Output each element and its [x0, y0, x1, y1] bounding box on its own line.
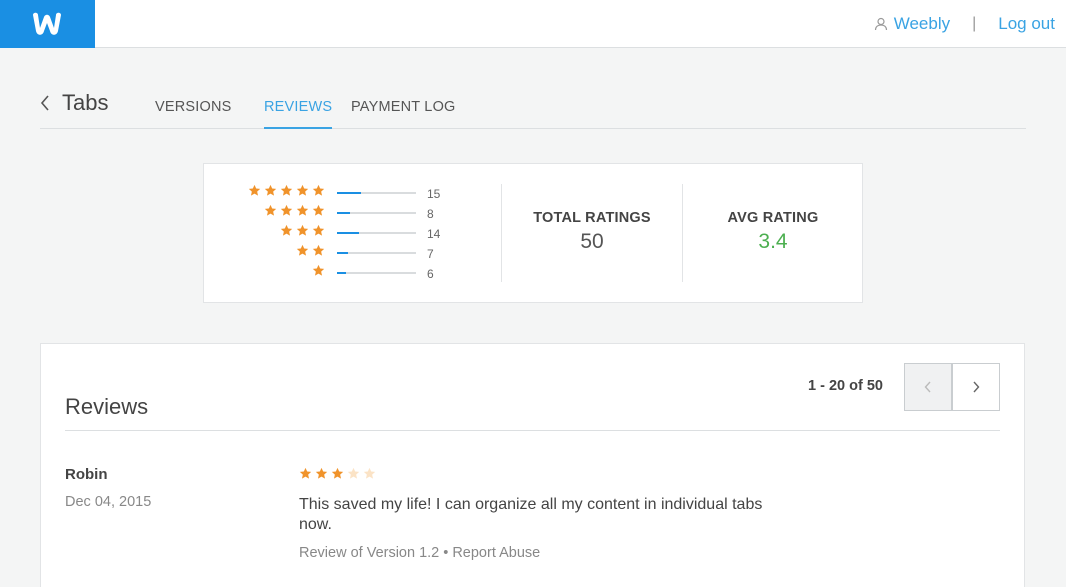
rating-row-bar	[337, 252, 416, 254]
rating-row-bar	[337, 272, 416, 274]
star-icon	[347, 467, 360, 479]
report-abuse-link[interactable]: Report Abuse	[452, 545, 540, 561]
reviews-card: Reviews 1 - 20 of 50 Robin Dec 04, 2015 …	[40, 343, 1025, 587]
ratings-summary-card: 15 8 14 7 6 TOTAL RATINGS 50 AVG RATING 3.4	[203, 163, 863, 303]
user-icon	[874, 17, 887, 31]
tab-payment-log[interactable]: PAYMENT LOG	[351, 99, 456, 127]
review-text: This saved my life! I can organize all m…	[299, 496, 763, 533]
meta-separator: •	[443, 545, 449, 561]
tab-versions[interactable]: VERSIONS	[155, 99, 232, 127]
star-icon	[296, 224, 309, 236]
rating-row-bar	[337, 212, 416, 214]
avg-rating-value: 3.4	[758, 230, 788, 253]
star-icon	[312, 244, 325, 256]
rating-row-stars	[280, 224, 325, 237]
star-icon	[248, 184, 261, 196]
review-rating	[299, 467, 376, 480]
review-version: Review of Version 1.2	[299, 545, 440, 561]
rating-row-1-stars: 6	[204, 264, 501, 284]
rating-row-bar-fill	[337, 192, 361, 194]
star-icon	[299, 467, 312, 479]
total-ratings-label: TOTAL RATINGS	[533, 210, 651, 226]
rating-row-stars	[312, 264, 325, 277]
chevron-left-icon	[40, 95, 49, 111]
rating-row-bar-fill	[337, 252, 349, 254]
page-tabs: Tabs VERSIONS REVIEWS PAYMENT LOG	[40, 82, 1026, 129]
star-icon	[312, 264, 325, 276]
star-icon	[312, 204, 325, 216]
rating-row-count: 8	[427, 207, 434, 221]
star-icon	[280, 204, 293, 216]
chevron-right-icon	[973, 381, 980, 393]
review-meta: Review of Version 1.2 • Report Abuse	[299, 545, 540, 561]
nav-separator: |	[972, 15, 977, 32]
star-icon	[315, 467, 328, 479]
total-ratings-value: 50	[580, 230, 604, 253]
star-icon	[331, 467, 344, 479]
star-icon	[280, 224, 293, 236]
user-menu-link[interactable]: Weebly	[874, 14, 950, 34]
rating-row-count: 15	[427, 187, 441, 201]
star-icon	[312, 224, 325, 236]
star-icon	[296, 184, 309, 196]
rating-row-count: 14	[427, 227, 441, 241]
rating-row-5-stars: 15	[204, 184, 501, 204]
star-icon	[264, 184, 277, 196]
pagination-range: 1 - 20 of 50	[808, 378, 883, 394]
rating-row-4-stars: 8	[204, 204, 501, 224]
logout-link[interactable]: Log out	[998, 14, 1055, 34]
rating-row-bar	[337, 232, 416, 234]
divider	[65, 430, 1000, 431]
star-icon	[264, 204, 277, 216]
avg-rating-label: AVG RATING	[727, 210, 819, 226]
star-icon	[312, 184, 325, 196]
rating-row-bar-fill	[337, 212, 350, 214]
review-author: Robin	[65, 466, 108, 483]
rating-row-stars	[296, 244, 325, 257]
rating-row-count: 6	[427, 267, 434, 281]
weebly-w-icon	[32, 12, 61, 35]
chevron-left-icon	[924, 381, 931, 393]
rating-row-bar-fill	[337, 232, 360, 234]
rating-row-2-stars: 7	[204, 244, 501, 264]
avg-rating-stat: AVG RATING 3.4	[683, 210, 863, 254]
next-page-button[interactable]	[952, 363, 1000, 411]
prev-page-button[interactable]	[904, 363, 952, 411]
user-name: Weebly	[893, 14, 951, 33]
back-button[interactable]: Tabs	[40, 90, 108, 116]
reviews-title: Reviews	[65, 394, 149, 419]
star-icon	[296, 244, 309, 256]
total-ratings-stat: TOTAL RATINGS 50	[502, 210, 682, 254]
top-nav: Weebly | Log out	[874, 0, 1055, 48]
star-icon	[296, 204, 309, 216]
rating-row-bar-fill	[337, 272, 347, 274]
rating-row-3-stars: 14	[204, 224, 501, 244]
star-icon	[280, 184, 293, 196]
rating-row-bar	[337, 192, 416, 194]
top-bar: Weebly | Log out	[0, 0, 1066, 48]
weebly-logo[interactable]	[0, 0, 95, 48]
tab-reviews[interactable]: REVIEWS	[264, 99, 333, 129]
rating-row-count: 7	[427, 247, 434, 261]
rating-row-stars	[248, 184, 325, 197]
review-date: Dec 04, 2015	[65, 494, 152, 510]
rating-row-stars	[264, 204, 325, 217]
back-label: Tabs	[62, 90, 109, 115]
star-icon	[363, 467, 376, 479]
